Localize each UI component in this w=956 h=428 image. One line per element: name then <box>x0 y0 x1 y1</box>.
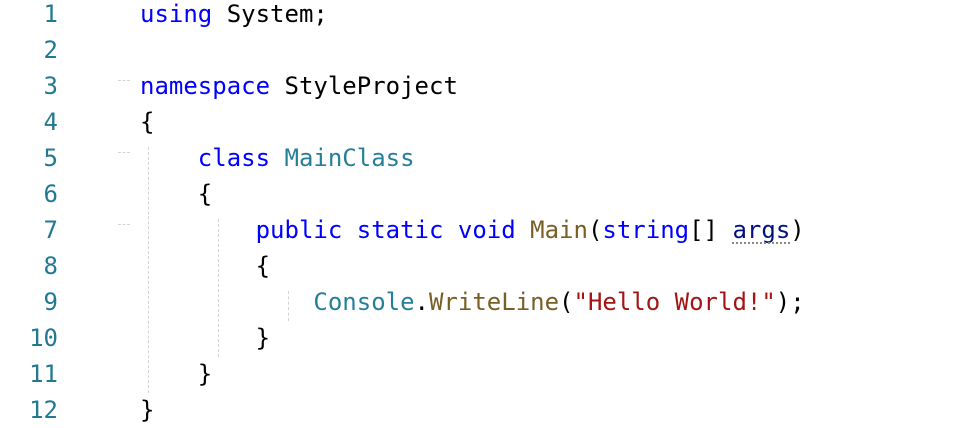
indent-marker <box>118 80 130 81</box>
code-text: } <box>140 324 271 352</box>
code-text: ( <box>587 216 603 244</box>
code-line[interactable]: { <box>140 248 270 284</box>
code-text: } <box>140 396 155 424</box>
code-area[interactable]: using System; namespace StyleProject { cla… <box>0 0 956 428</box>
code-text: { <box>140 252 271 280</box>
indent-marker <box>118 224 130 225</box>
code-line[interactable]: using System; <box>140 0 328 32</box>
code-text: ) <box>790 216 805 244</box>
code-text: . <box>414 288 429 316</box>
keyword-token: public <box>255 216 343 244</box>
keyword-token: class <box>197 144 271 172</box>
parameter-token: args <box>732 216 791 244</box>
indent-marker <box>118 152 130 153</box>
function-token: Main <box>530 216 588 244</box>
string-token: "Hello World!" <box>573 288 776 316</box>
code-editor[interactable]: 1 2 3 4 5 6 7 8 9 10 11 12 using System; namespace S… <box>0 0 956 428</box>
code-line[interactable]: { <box>140 176 212 212</box>
code-line[interactable]: Console.WriteLine("Hello World!"); <box>140 284 805 320</box>
code-text: StyleProject <box>270 72 458 100</box>
keyword-token: void <box>457 216 516 244</box>
code-text: ( <box>559 288 574 316</box>
code-text: { <box>140 180 213 208</box>
code-line[interactable]: } <box>140 392 154 428</box>
code-text: [] <box>689 216 733 244</box>
keyword-token: using <box>140 0 213 28</box>
code-text: { <box>140 108 155 136</box>
code-line[interactable]: class MainClass <box>140 140 415 176</box>
code-line[interactable]: namespace StyleProject <box>140 68 458 104</box>
keyword-token: namespace <box>140 72 271 100</box>
code-line[interactable]: } <box>140 320 270 356</box>
code-text: System; <box>212 0 328 28</box>
function-token: WriteLine <box>429 288 560 316</box>
unused-warning-underline <box>732 242 791 244</box>
keyword-token: string <box>602 216 690 244</box>
keyword-token: static <box>356 216 444 244</box>
type-token: Console <box>313 288 415 316</box>
type-token: MainClass <box>284 144 415 172</box>
code-line[interactable]: public static void Main(string[] args) <box>140 212 805 248</box>
code-line[interactable]: } <box>140 356 212 392</box>
code-line[interactable]: { <box>140 104 154 140</box>
code-text: ); <box>775 288 805 316</box>
code-text: } <box>140 360 213 388</box>
